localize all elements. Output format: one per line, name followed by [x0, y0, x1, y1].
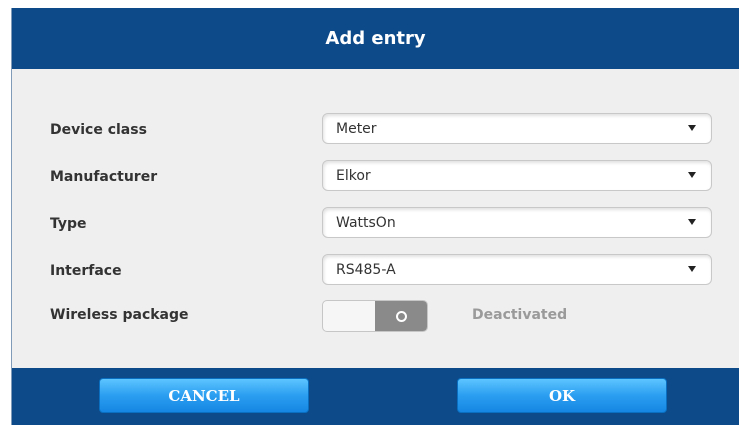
- type-row: Type WattsOn: [12, 207, 739, 239]
- wireless-package-state: Deactivated: [472, 307, 568, 323]
- device-class-value: Meter: [336, 121, 377, 137]
- interface-label: Interface: [50, 263, 122, 279]
- dialog-header: Add entry: [12, 8, 739, 69]
- device-class-select[interactable]: Meter: [322, 113, 712, 144]
- cancel-button[interactable]: CANCEL: [99, 378, 309, 413]
- chevron-down-icon: [688, 125, 696, 131]
- ok-button[interactable]: OK: [457, 378, 667, 413]
- chevron-down-icon: [688, 266, 696, 272]
- manufacturer-select[interactable]: Elkor: [322, 160, 712, 191]
- interface-value: RS485-A: [336, 262, 396, 278]
- manufacturer-row: Manufacturer Elkor: [12, 160, 739, 192]
- dialog-footer: CANCEL OK: [12, 368, 739, 425]
- add-entry-dialog: Add entry Device class Meter Manufacture…: [11, 8, 739, 425]
- toggle-knob: [375, 301, 427, 331]
- manufacturer-label: Manufacturer: [50, 169, 158, 185]
- device-class-row: Device class Meter: [12, 113, 739, 145]
- wireless-package-toggle[interactable]: [322, 300, 428, 332]
- dialog-title: Add entry: [325, 28, 426, 49]
- entry-form: Device class Meter Manufacturer Elkor Ty…: [12, 69, 739, 369]
- type-select[interactable]: WattsOn: [322, 207, 712, 238]
- interface-select[interactable]: RS485-A: [322, 254, 712, 285]
- interface-row: Interface RS485-A: [12, 254, 739, 286]
- device-class-label: Device class: [50, 122, 147, 138]
- wireless-package-label: Wireless package: [50, 307, 189, 323]
- type-label: Type: [50, 216, 87, 232]
- type-value: WattsOn: [336, 215, 396, 231]
- circle-icon: [395, 310, 407, 322]
- manufacturer-value: Elkor: [336, 168, 371, 184]
- wireless-package-row: Wireless package Deactivated: [12, 300, 739, 332]
- chevron-down-icon: [688, 219, 696, 225]
- chevron-down-icon: [688, 172, 696, 178]
